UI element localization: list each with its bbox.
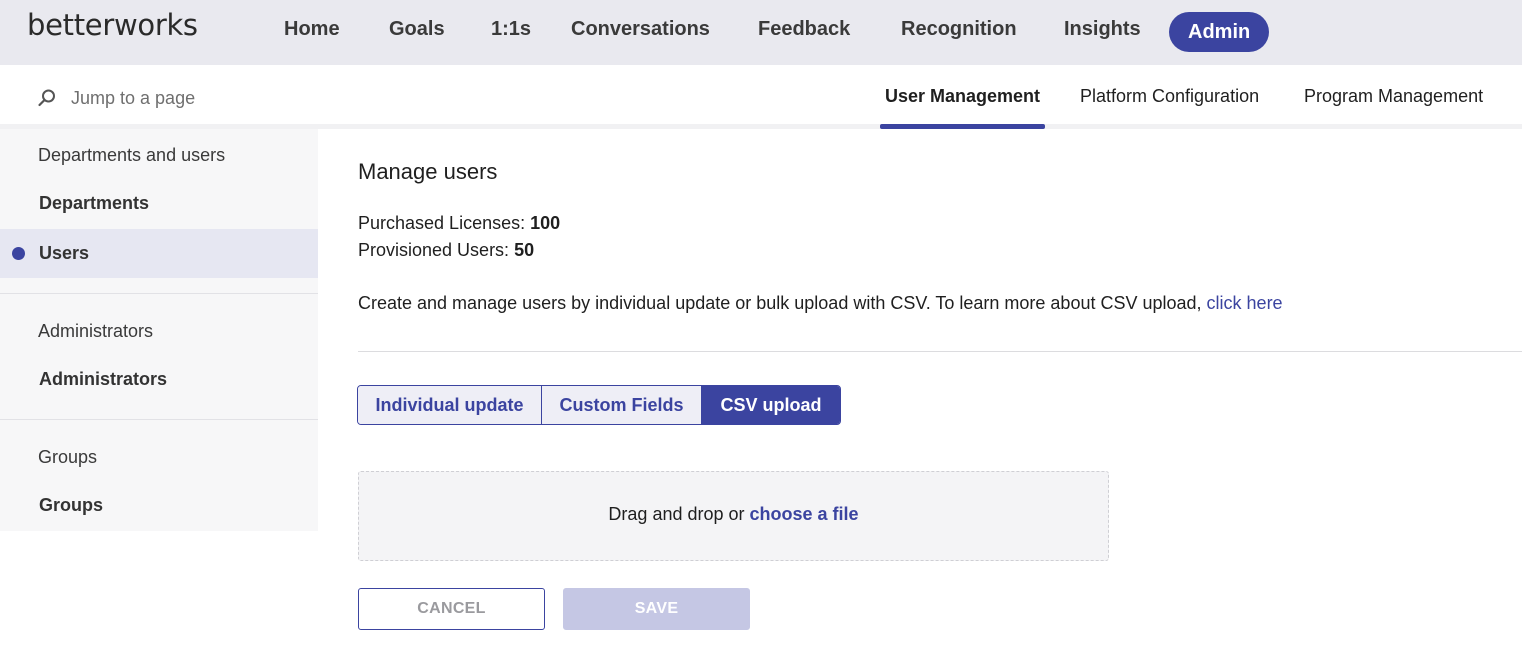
nav-insights[interactable]: Insights	[1064, 18, 1141, 41]
active-tab-indicator	[880, 124, 1045, 129]
purchased-licenses: Purchased Licenses: 100	[358, 213, 560, 234]
nav-recognition[interactable]: Recognition	[901, 18, 1017, 41]
dropzone-text: Drag and drop or choose a file	[359, 504, 1108, 525]
provisioned-users-value: 50	[514, 240, 535, 260]
sidebar-divider	[0, 293, 318, 294]
provisioned-users: Provisioned Users: 50	[358, 240, 534, 261]
cancel-button[interactable]: CANCEL	[358, 588, 545, 630]
segment-custom-fields[interactable]: Custom Fields	[542, 386, 702, 424]
top-navigation-bar: betterworks Home Goals 1:1s Conversation…	[0, 0, 1522, 65]
nav-admin[interactable]: Admin	[1169, 12, 1270, 52]
sidebar-heading-administrators: Administrators	[38, 321, 154, 341]
active-dot-icon	[12, 247, 25, 260]
file-dropzone[interactable]: Drag and drop or choose a file	[358, 471, 1109, 561]
purchased-licenses-value: 100	[530, 213, 561, 233]
betterworks-logo[interactable]: betterworks	[27, 8, 198, 42]
sidebar-item-groups[interactable]: Groups	[0, 481, 318, 530]
sub-header	[0, 65, 1522, 124]
jump-to-page-search[interactable]: Jump to a page	[71, 88, 195, 109]
sidebar-item-label: Administrators	[39, 369, 168, 389]
nav-conversations[interactable]: Conversations	[571, 18, 710, 41]
sidebar-item-label: Departments	[39, 193, 150, 213]
nav-goals[interactable]: Goals	[389, 18, 445, 41]
segment-csv-upload[interactable]: CSV upload	[702, 386, 840, 424]
sidebar-heading-groups: Groups	[38, 447, 98, 467]
tab-platform-configuration[interactable]: Platform Configuration	[1080, 86, 1259, 107]
nav-feedback[interactable]: Feedback	[758, 18, 850, 41]
sidebar-item-label: Users	[39, 243, 90, 263]
learn-more-link[interactable]: click here	[1207, 293, 1283, 313]
tab-user-management[interactable]: User Management	[885, 86, 1040, 107]
sidebar-heading-departments-and-users: Departments and users	[38, 145, 226, 165]
sidebar-item-users[interactable]: Users	[0, 229, 318, 278]
sidebar-item-label: Groups	[39, 495, 104, 515]
section-divider	[358, 351, 1522, 352]
nav-one-on-ones[interactable]: 1:1s	[491, 18, 531, 41]
nav-home[interactable]: Home	[284, 18, 340, 41]
provisioned-users-label: Provisioned Users:	[358, 240, 510, 260]
page-title: Manage users	[358, 159, 498, 184]
description-text: Create and manage users by individual up…	[358, 293, 1202, 313]
save-button[interactable]: SAVE	[563, 588, 750, 630]
mode-segmented-control: Individual update Custom Fields CSV uplo…	[357, 385, 841, 425]
choose-file-link[interactable]: choose a file	[750, 504, 859, 524]
segment-individual-update[interactable]: Individual update	[358, 386, 542, 424]
purchased-licenses-label: Purchased Licenses:	[358, 213, 526, 233]
sidebar-divider	[0, 419, 318, 420]
search-icon	[38, 89, 55, 107]
tab-program-management[interactable]: Program Management	[1304, 86, 1483, 107]
sidebar-item-administrators[interactable]: Administrators	[0, 355, 318, 404]
dropzone-instruction: Drag and drop or	[608, 504, 745, 524]
sidebar-item-departments[interactable]: Departments	[0, 179, 318, 228]
description: Create and manage users by individual up…	[358, 293, 1283, 314]
sidebar: Departments and users Departments Users …	[0, 129, 318, 531]
